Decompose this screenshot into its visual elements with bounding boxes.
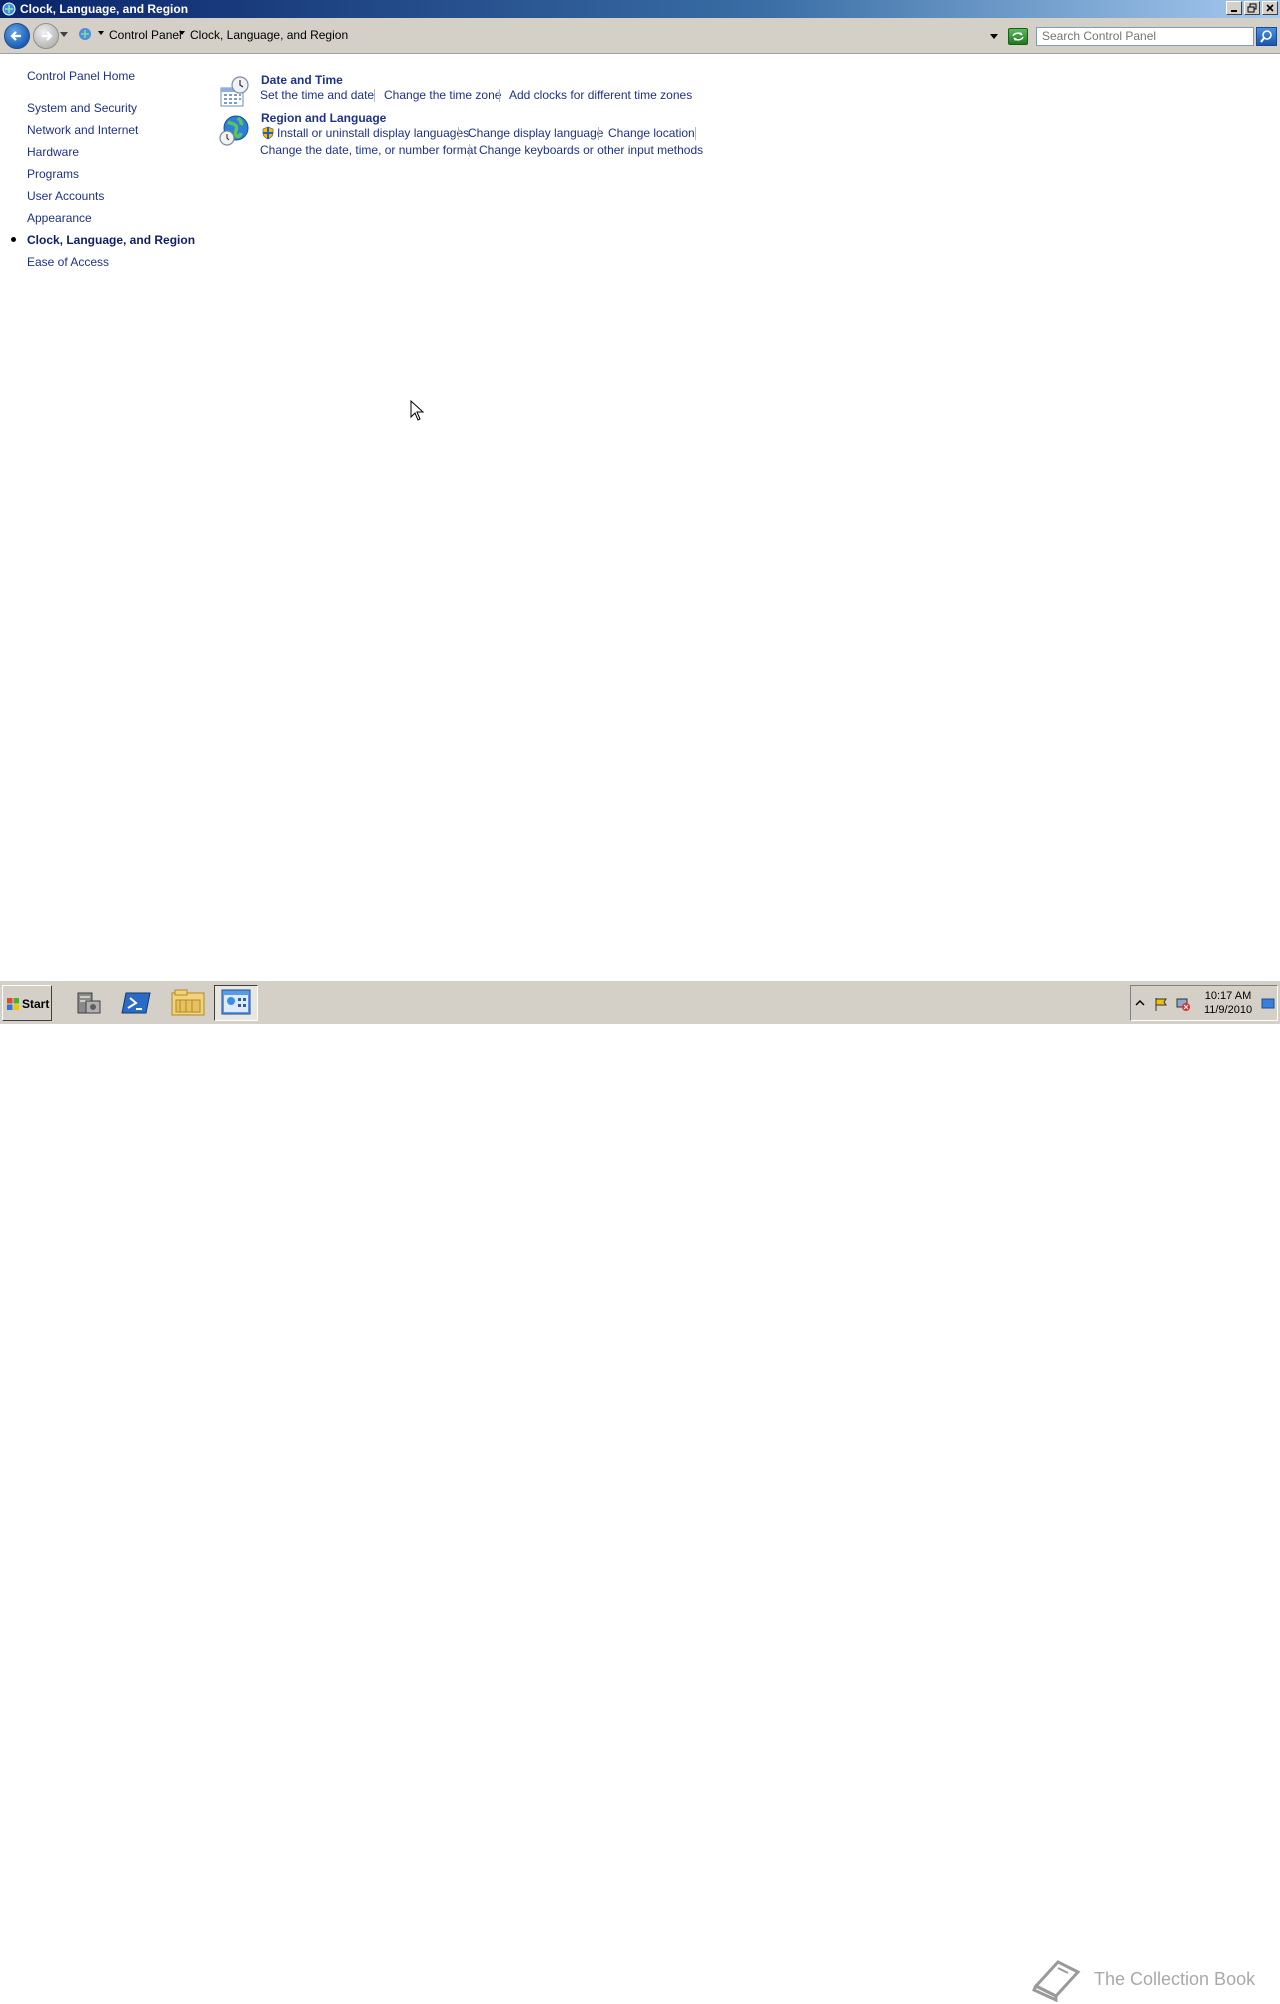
restore-icon [1247, 3, 1257, 13]
task-change-keyboards[interactable]: Change keyboards or other input methods [479, 143, 703, 157]
breadcrumb-root-dropdown-icon[interactable] [98, 31, 104, 35]
taskbar-control-panel[interactable] [214, 985, 258, 1021]
breadcrumb-control-panel[interactable]: Control Panel [109, 28, 182, 42]
forward-button[interactable] [33, 23, 59, 49]
minimize-button[interactable] [1226, 1, 1242, 15]
date-and-time-title[interactable]: Date and Time [261, 73, 343, 87]
task-change-location[interactable]: Change location [608, 126, 695, 140]
server-manager-icon [77, 992, 101, 1014]
refresh-icon [1012, 32, 1024, 41]
windows-flag-icon [7, 998, 19, 1010]
window-title: Clock, Language, and Region [20, 2, 189, 16]
search-icon [1260, 30, 1272, 43]
task-separator [374, 89, 375, 102]
minimize-icon [1231, 10, 1237, 12]
control-panel-window-icon [221, 989, 251, 1015]
task-separator [458, 127, 459, 140]
task-separator [598, 127, 599, 140]
taskbar-powershell[interactable] [116, 985, 160, 1021]
close-icon [1266, 4, 1274, 12]
forward-arrow-icon [42, 31, 53, 41]
title-bar: Clock, Language, and Region [0, 0, 1280, 18]
book-icon [1031, 1960, 1081, 2002]
nav-user-accounts[interactable]: User Accounts [27, 189, 104, 203]
powershell-icon [121, 992, 151, 1014]
nav-appearance[interactable]: Appearance [27, 211, 92, 225]
search-box[interactable] [1036, 27, 1254, 46]
task-change-display-language[interactable]: Change display language [468, 126, 603, 140]
breadcrumb-current[interactable]: Clock, Language, and Region [190, 28, 348, 42]
taskbar: Start The Collection Book 10:17 AM 11/9/… [0, 980, 1280, 2002]
task-separator [499, 89, 500, 102]
back-arrow-icon [10, 31, 21, 41]
watermark-text: The Collection Book [1094, 1969, 1256, 1989]
start-label: Start [22, 997, 50, 1011]
control-panel-icon [79, 28, 91, 40]
breadcrumb-separator-icon[interactable] [179, 31, 185, 35]
task-separator [469, 144, 470, 157]
network-icon[interactable] [1175, 996, 1191, 1012]
task-change-date-time-number-format[interactable]: Change the date, time, or number format [260, 143, 477, 157]
navigation-bar: Control Panel Clock, Language, and Regio… [0, 18, 1280, 54]
address-box[interactable]: Control Panel Clock, Language, and Regio… [74, 25, 1006, 45]
clock-date: 11/9/2010 [1203, 1004, 1253, 1016]
control-panel-icon [2, 2, 16, 16]
watermark: The Collection Book [1028, 1956, 1268, 2004]
folder-icon [171, 989, 205, 1016]
back-button[interactable] [4, 23, 30, 49]
history-dropdown-icon[interactable] [60, 32, 68, 38]
refresh-button[interactable] [1008, 28, 1028, 45]
show-desktop-icon[interactable] [1261, 998, 1275, 1010]
task-set-time-and-date[interactable]: Set the time and date [260, 88, 374, 102]
search-button[interactable] [1256, 27, 1277, 46]
clock-calendar-icon[interactable] [218, 76, 250, 108]
task-separator [695, 127, 696, 140]
uac-shield-icon [262, 126, 274, 140]
system-clock[interactable]: 10:17 AM 11/9/2010 [1200, 989, 1256, 1017]
restore-button[interactable] [1244, 1, 1260, 15]
region-and-language-title[interactable]: Region and Language [261, 111, 386, 125]
nav-programs[interactable]: Programs [27, 167, 79, 181]
current-item-bullet [11, 237, 16, 242]
nav-ease-of-access[interactable]: Ease of Access [27, 255, 109, 269]
clock-time: 10:17 AM [1204, 990, 1252, 1002]
action-center-flag-icon[interactable] [1153, 996, 1169, 1012]
address-dropdown-icon[interactable] [990, 34, 998, 39]
task-change-time-zone[interactable]: Change the time zone [384, 88, 501, 102]
task-install-display-languages[interactable]: Install or uninstall display languages [277, 126, 469, 140]
search-input[interactable] [1037, 28, 1242, 44]
taskbar-windows-explorer[interactable] [166, 985, 210, 1021]
nav-network-and-internet[interactable]: Network and Internet [27, 123, 138, 137]
nav-system-and-security[interactable]: System and Security [27, 101, 137, 115]
taskbar-server-manager[interactable] [66, 985, 110, 1021]
show-hidden-icons-icon[interactable] [1135, 998, 1145, 1008]
mouse-pointer-icon [410, 400, 424, 421]
close-button[interactable] [1262, 1, 1278, 15]
nav-clock-language-region[interactable]: Clock, Language, and Region [27, 233, 195, 247]
nav-hardware[interactable]: Hardware [27, 145, 79, 159]
nav-control-panel-home[interactable]: Control Panel Home [27, 69, 135, 83]
task-add-clocks[interactable]: Add clocks for different time zones [509, 88, 692, 102]
globe-clock-icon[interactable] [218, 114, 250, 146]
start-button[interactable]: Start [2, 985, 52, 1021]
